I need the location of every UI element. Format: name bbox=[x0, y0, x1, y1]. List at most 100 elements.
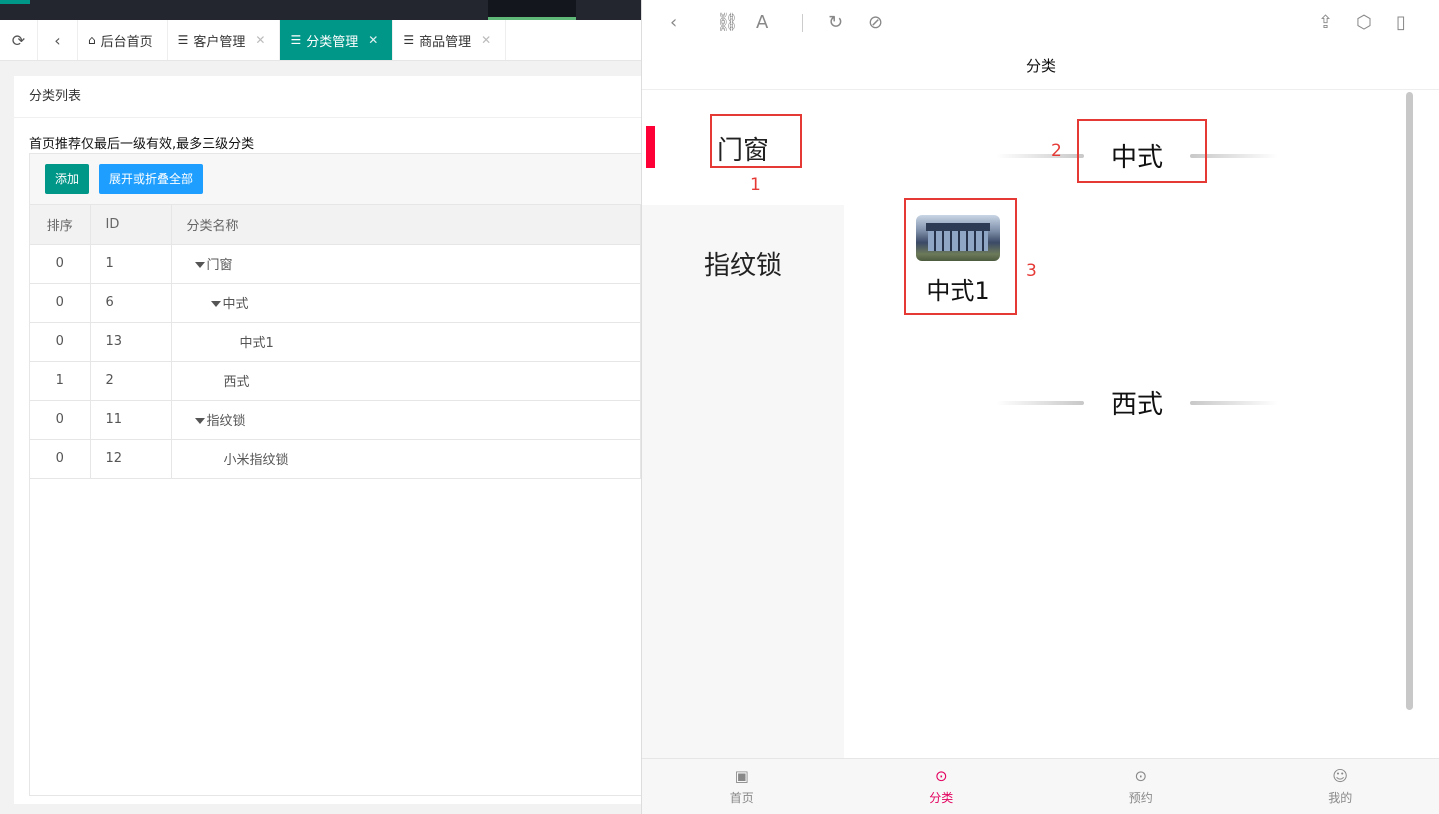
share-icon[interactable]: ⇪ bbox=[1318, 11, 1333, 35]
compass-icon[interactable]: ⊘ bbox=[868, 11, 883, 35]
tab-products[interactable]: ☰ 商品管理 ✕ bbox=[393, 20, 507, 60]
tab-label: 分类管理 bbox=[306, 34, 359, 50]
nav-category[interactable]: ⊙ 分类 bbox=[842, 759, 1042, 814]
caret-down-icon[interactable] bbox=[210, 301, 221, 307]
tab-categories[interactable]: ☰ 分类管理 ✕ bbox=[280, 20, 394, 60]
add-button[interactable]: 添加 bbox=[45, 164, 90, 194]
cell-name: 西式 bbox=[171, 361, 641, 401]
column-header-name: 分类名称 bbox=[171, 205, 641, 245]
list-icon: ☰ bbox=[290, 33, 302, 47]
page-title: 分类 bbox=[642, 46, 1439, 90]
category-table: 排序 ID 分类名称 0 1 门窗 0 6 中式 0 13 中式1 1 2 西式… bbox=[30, 205, 641, 479]
table-row[interactable]: 0 13 中式1 bbox=[30, 322, 641, 362]
cell-name: 门窗 bbox=[171, 244, 641, 284]
cell-sort: 0 bbox=[30, 439, 91, 479]
column-header-id: ID bbox=[90, 205, 172, 245]
card-title: 分类列表 bbox=[14, 76, 641, 118]
category-notice: 首页推荐仅最后一级有效,最多三级分类 bbox=[29, 137, 255, 152]
cell-id: 11 bbox=[90, 400, 172, 440]
content-scrollbar[interactable] bbox=[1406, 92, 1413, 710]
browser-toolbar: ‹ ⛓ A ↻ ⊘ ⇪ ⬡ ▯ bbox=[642, 0, 1439, 46]
category-name: 门窗 bbox=[206, 258, 233, 273]
cell-sort: 0 bbox=[30, 244, 91, 284]
category-name: 西式 bbox=[223, 375, 250, 390]
compass-icon: ⊙ bbox=[934, 767, 948, 785]
close-icon[interactable]: ✕ bbox=[368, 33, 378, 47]
home-icon: ⌂ bbox=[88, 33, 96, 47]
category-sidebar: 门窗 指纹锁 bbox=[642, 90, 844, 758]
annotation-number: 3 bbox=[1026, 261, 1037, 281]
cell-id: 13 bbox=[90, 322, 172, 362]
cell-name: 中式1 bbox=[171, 322, 641, 362]
table-row[interactable]: 0 1 门窗 bbox=[30, 244, 641, 284]
chevron-left-icon[interactable]: ‹ bbox=[38, 20, 78, 60]
table-toolbar: 添加 展开或折叠全部 bbox=[30, 154, 641, 205]
tab-label: 商品管理 bbox=[419, 34, 472, 50]
tab-label: 后台首页 bbox=[100, 34, 153, 50]
font-size-icon[interactable]: A bbox=[756, 11, 768, 35]
cell-name: 指纹锁 bbox=[171, 400, 641, 440]
cell-id: 1 bbox=[90, 244, 172, 284]
cube-icon[interactable]: ⬡ bbox=[1356, 11, 1372, 35]
category-name: 中式1 bbox=[239, 336, 274, 351]
back-icon[interactable]: ‹ bbox=[670, 11, 677, 35]
category-name: 指纹锁 bbox=[206, 414, 246, 429]
category-list-card: 分类列表 首页推荐仅最后一级有效,最多三级分类 添加 展开或折叠全部 排序 ID… bbox=[14, 76, 641, 804]
category-name: 小米指纹锁 bbox=[223, 453, 289, 468]
table-header-row: 排序 ID 分类名称 bbox=[30, 205, 641, 245]
nav-label: 分类 bbox=[929, 791, 954, 805]
cell-sort: 1 bbox=[30, 361, 91, 401]
expand-collapse-button[interactable]: 展开或折叠全部 bbox=[99, 164, 204, 194]
table-row[interactable]: 1 2 西式 bbox=[30, 361, 641, 401]
table-row[interactable]: 0 6 中式 bbox=[30, 283, 641, 323]
nav-booking[interactable]: ⊙ 预约 bbox=[1041, 759, 1241, 814]
tab-bar: ⟳ ‹ ⌂ 后台首页 ☰ 客户管理 ✕ ☰ 分类管理 ✕ ☰ 商品管理 ✕ bbox=[0, 20, 641, 61]
annotation-box bbox=[710, 114, 802, 168]
nav-mine[interactable]: ☺ 我的 bbox=[1241, 759, 1439, 814]
cell-id: 6 bbox=[90, 283, 172, 323]
cell-id: 2 bbox=[90, 361, 172, 401]
caret-down-icon[interactable] bbox=[194, 262, 205, 268]
cell-sort: 0 bbox=[30, 283, 91, 323]
cell-sort: 0 bbox=[30, 322, 91, 362]
nav-label: 我的 bbox=[1328, 791, 1353, 805]
cell-id: 12 bbox=[90, 439, 172, 479]
list-icon: ☰ bbox=[177, 33, 189, 47]
category-table-wrap: 添加 展开或折叠全部 排序 ID 分类名称 0 1 门窗 0 6 中式 0 13… bbox=[29, 153, 641, 796]
link-icon[interactable]: ⛓ bbox=[716, 11, 739, 35]
column-header-sort: 排序 bbox=[30, 205, 91, 245]
cell-sort: 0 bbox=[30, 400, 91, 440]
bag-icon: ▣ bbox=[734, 767, 749, 785]
annotation-box bbox=[1077, 119, 1207, 183]
title-line-right bbox=[1190, 401, 1278, 405]
table-row[interactable]: 0 12 小米指纹锁 bbox=[30, 439, 641, 479]
annotation-number: 2 bbox=[1051, 141, 1062, 161]
reload-icon[interactable]: ↻ bbox=[828, 11, 843, 35]
nav-home[interactable]: ▣ 首页 bbox=[642, 759, 842, 814]
cell-name: 中式 bbox=[171, 283, 641, 323]
close-icon[interactable]: ✕ bbox=[481, 33, 491, 47]
category-content: 中式 中式1 西式 bbox=[844, 90, 1439, 758]
category-name: 中式 bbox=[222, 297, 249, 312]
phone-icon[interactable]: ▯ bbox=[1396, 11, 1406, 35]
tab-customers[interactable]: ☰ 客户管理 ✕ bbox=[168, 20, 281, 60]
annotation-box bbox=[904, 198, 1017, 315]
compass-icon: ⊙ bbox=[1134, 767, 1148, 785]
annotation-number: 1 bbox=[750, 175, 761, 195]
nav-label: 首页 bbox=[729, 791, 754, 805]
tab-home[interactable]: ⌂ 后台首页 bbox=[78, 20, 168, 60]
user-icon: ☺ bbox=[1332, 767, 1349, 785]
close-icon[interactable]: ✕ bbox=[255, 33, 265, 47]
nav-label: 预约 bbox=[1128, 791, 1153, 805]
tab-label: 客户管理 bbox=[193, 34, 246, 50]
table-row[interactable]: 0 11 指纹锁 bbox=[30, 400, 641, 440]
section-title: 西式 bbox=[996, 382, 1278, 422]
caret-down-icon[interactable] bbox=[194, 418, 205, 424]
admin-topbar bbox=[0, 0, 641, 20]
refresh-icon[interactable]: ⟳ bbox=[0, 20, 38, 60]
category-item-fingerprint-lock[interactable]: 指纹锁 bbox=[642, 205, 844, 320]
topbar-accent bbox=[0, 0, 30, 4]
list-icon: ☰ bbox=[403, 33, 415, 47]
bottom-nav: ▣ 首页 ⊙ 分类 ⊙ 预约 ☺ 我的 bbox=[642, 758, 1439, 814]
toolbar-divider bbox=[802, 14, 803, 32]
